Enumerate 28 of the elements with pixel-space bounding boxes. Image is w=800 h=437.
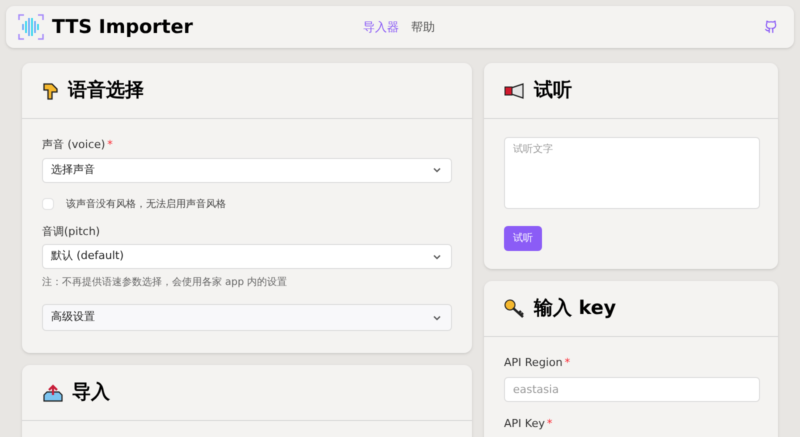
- select-field[interactable]: 选择声音: [42, 158, 452, 182]
- key-icon: [504, 298, 526, 318]
- card-title: 试听: [534, 78, 572, 104]
- card-title: 语音选择: [68, 78, 144, 104]
- field-label: API Region: [504, 355, 563, 371]
- nav-link[interactable]: 帮助: [410, 18, 435, 36]
- nav-link[interactable]: 导入器: [362, 18, 399, 36]
- checkbox-label: 该声音没有风格，无法启用声音风格: [66, 198, 226, 212]
- text-input[interactable]: eastasia: [504, 376, 760, 402]
- advanced-settings-toggle[interactable]: 高级设置: [42, 304, 452, 331]
- field-label: 声音 (voice): [42, 137, 106, 153]
- soundwave-logo-icon: [18, 14, 44, 40]
- required-asterisk: *: [564, 355, 570, 371]
- select-field[interactable]: 默认 (default): [42, 244, 452, 269]
- github-icon[interactable]: [764, 20, 778, 34]
- card-title: 输入 key: [534, 296, 616, 322]
- megaphone-icon: [504, 82, 526, 98]
- preview-button[interactable]: 试听: [504, 226, 542, 251]
- card-title: 导入: [72, 380, 110, 406]
- note-text: 注：不再提供语速参数选择，会使用各家 app 内的设置: [42, 276, 288, 290]
- preview-text-area[interactable]: 试听文字: [504, 137, 760, 209]
- inbox-upload-icon: [42, 382, 64, 402]
- field-label: API Key: [504, 416, 545, 432]
- app-title: TTS Importer: [52, 14, 193, 40]
- checkbox[interactable]: [42, 198, 54, 210]
- required-asterisk: *: [546, 416, 552, 432]
- required-asterisk: *: [107, 137, 113, 153]
- field-label: 音调(pitch): [42, 224, 100, 240]
